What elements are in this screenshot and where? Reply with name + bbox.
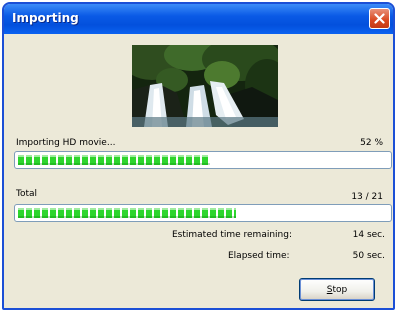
- total-progress-fill: [18, 208, 236, 218]
- stop-button[interactable]: Stop: [299, 278, 375, 301]
- window-title: Importing: [12, 11, 79, 25]
- time-remaining-label: Estimated time remaining:: [172, 230, 292, 240]
- close-icon: [374, 13, 385, 24]
- close-button[interactable]: [369, 8, 390, 29]
- current-file-label: Importing HD movie...: [16, 138, 116, 148]
- total-count: 13 / 21: [351, 192, 383, 202]
- total-progress-bar: [14, 204, 392, 222]
- title-bar[interactable]: Importing: [4, 4, 393, 34]
- movie-thumbnail: [132, 45, 278, 127]
- time-remaining-value: 14 sec.: [352, 230, 385, 240]
- elapsed-time-value: 50 sec.: [352, 251, 385, 261]
- stop-button-label: top: [332, 284, 348, 295]
- current-progress-fill: [18, 155, 210, 165]
- current-percent: 52 %: [360, 138, 383, 148]
- total-label: Total: [16, 189, 38, 199]
- current-progress-bar: [14, 151, 392, 169]
- elapsed-time-label: Elapsed time:: [228, 251, 290, 261]
- import-dialog-window: Importing Importing HD movie... 52 % Tot…: [2, 2, 395, 310]
- dialog-content: Importing HD movie... 52 % Total 13 / 21…: [4, 34, 393, 308]
